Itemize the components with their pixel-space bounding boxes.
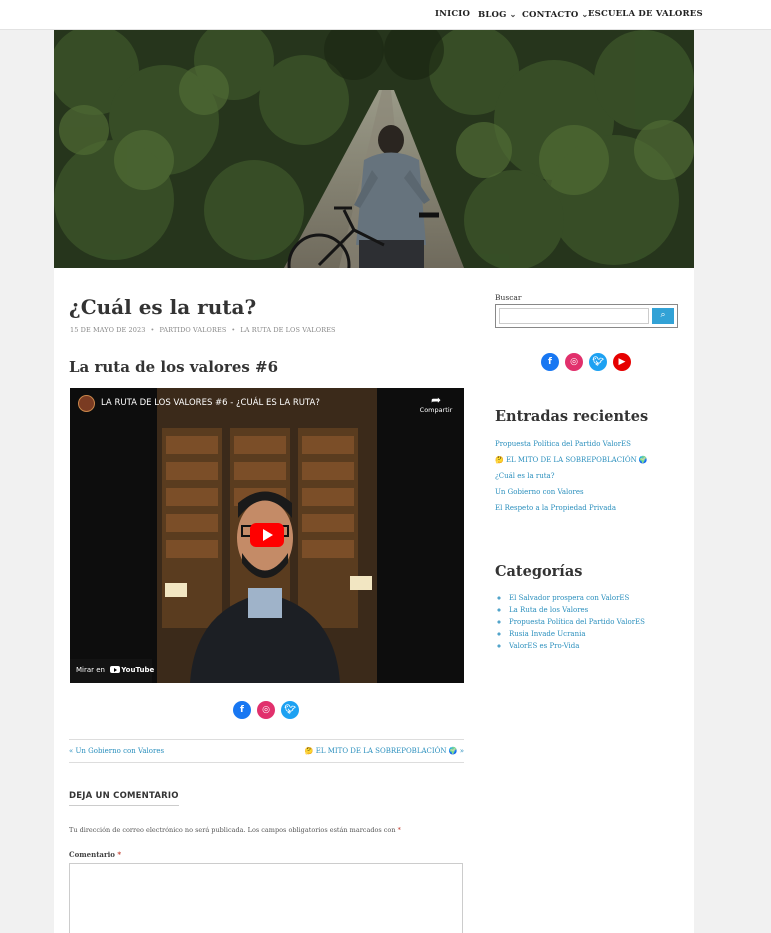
search-icon: ⌕ [660, 310, 666, 320]
recent-posts-title: Entradas recientes [495, 408, 649, 425]
recent-post-link[interactable]: Propuesta Política del Partido ValorES [495, 440, 648, 456]
globe-emoji-icon: 🌍 [448, 747, 458, 755]
sidebar-social-links: f ◎ 🐦︎ ▶ [541, 353, 631, 371]
nav-item-label: CONTACTO [522, 10, 579, 20]
post-subtitle: La ruta de los valores #6 [69, 358, 279, 376]
comment-textarea[interactable] [69, 863, 463, 933]
nav-item-label: BLOG [478, 10, 507, 20]
search-button[interactable]: ⌕ [652, 308, 674, 324]
youtube-logo: YouTube [110, 666, 154, 674]
share-label: Compartir [419, 406, 453, 414]
thinking-emoji-icon: 🤔 [304, 747, 314, 755]
post-social-links: f ◎ 🐦︎ [233, 701, 299, 719]
post-meta: 15 DE MAYO DE 2023 • PARTIDO VALORES • LA RU… [70, 326, 336, 334]
nav-item-blog[interactable]: BLOG ⌄ [478, 9, 517, 20]
comment-label: Comentario * [69, 850, 121, 859]
meta-separator: • [231, 326, 236, 334]
post-date[interactable]: 15 DE MAYO DE 2023 [70, 326, 146, 334]
header-image [54, 30, 694, 268]
youtube-icon[interactable]: ▶ [613, 353, 631, 371]
youtube-embed[interactable]: LA RUTA DE LOS VALORES #6 - ¿CUÁL ES LA … [70, 388, 464, 683]
top-navigation: INICIO BLOG ⌄ CONTACTO ⌄ ESCUELA DE VALORE… [0, 0, 771, 30]
required-mark: * [397, 826, 401, 834]
recent-post-link[interactable]: ¿Cuál es la ruta? [495, 472, 648, 488]
previous-post-link[interactable]: « Un Gobierno con Valores [69, 747, 164, 755]
video-title[interactable]: LA RUTA DE LOS VALORES #6 - ¿CUÁL ES LA … [101, 398, 320, 408]
search-label: Buscar [495, 293, 522, 302]
twitter-icon[interactable]: 🐦︎ [589, 353, 607, 371]
nav-item-label: ESCUELA DE VALORES [588, 9, 703, 19]
category-link[interactable]: Propuesta Política del Partido ValorES [509, 618, 645, 630]
youtube-icon [110, 666, 121, 673]
facebook-icon[interactable]: f [541, 353, 559, 371]
notice-text: Tu dirección de correo electrónico no se… [69, 826, 396, 834]
post-title: ¿Cuál es la ruta? [69, 295, 257, 319]
instagram-icon[interactable]: ◎ [257, 701, 275, 719]
twitter-icon[interactable]: 🐦︎ [281, 701, 299, 719]
chevron-down-icon: ⌄ [509, 9, 517, 19]
forest-path-image [54, 30, 694, 268]
comment-heading: DEJA UN COMENTARIO [69, 791, 179, 806]
facebook-icon[interactable]: f [233, 701, 251, 719]
watch-on-youtube-button[interactable]: Mirar en YouTube [70, 659, 154, 683]
comment-notice: Tu dirección de correo electrónico no se… [69, 826, 401, 834]
post-author[interactable]: PARTIDO VALORES [159, 326, 226, 334]
page-container: ¿Cuál es la ruta? 15 DE MAYO DE 2023 • PAR… [54, 30, 694, 933]
search-form: ⌕ [495, 304, 678, 328]
nav-item-escuela-de-valores[interactable]: ESCUELA DE VALORES [588, 9, 703, 19]
next-post-link[interactable]: 🤔 EL MITO DE LA SOBREPOBLACIÓN 🌍 » [305, 747, 464, 755]
recent-post-link[interactable]: 🤔 EL MITO DE LA SOBREPOBLACIÓN 🌍 [495, 456, 648, 472]
required-mark: * [117, 850, 122, 859]
nav-item-label: INICIO [435, 9, 471, 19]
recent-post-link[interactable]: Un Gobierno con Valores [495, 488, 648, 504]
next-post-label: EL MITO DE LA SOBREPOBLACIÓN [315, 747, 447, 755]
watch-label: Mirar en [76, 666, 105, 674]
nav-item-inicio[interactable]: INICIO [435, 9, 470, 19]
youtube-label: YouTube [121, 666, 155, 674]
category-link[interactable]: La Ruta de los Valores [509, 606, 645, 618]
play-button[interactable] [250, 523, 284, 547]
category-link[interactable]: Rusia Invade Ucrania [509, 630, 645, 642]
post-navigation: « Un Gobierno con Valores 🤔 EL MITO DE L… [69, 739, 464, 763]
comment-label-text: Comentario [69, 850, 115, 859]
search-input[interactable] [499, 308, 649, 324]
categories-title: Categorías [495, 563, 583, 580]
categories-list: El Salvador prospera con ValorES La Ruta… [509, 594, 645, 654]
category-link[interactable]: El Salvador prospera con ValorES [509, 594, 645, 606]
channel-avatar[interactable] [78, 395, 95, 412]
category-link[interactable]: ValorES es Pro-Vida [509, 642, 645, 654]
recent-posts-list: Propuesta Política del Partido ValorES 🤔… [495, 440, 648, 520]
nav-item-contacto[interactable]: CONTACTO ⌄ [522, 9, 588, 20]
next-arrow: » [459, 747, 464, 755]
post-category[interactable]: LA RUTA DE LOS VALORES [240, 326, 335, 334]
share-button[interactable]: ➦ Compartir [416, 394, 456, 414]
instagram-icon[interactable]: ◎ [565, 353, 583, 371]
recent-post-link[interactable]: El Respeto a la Propiedad Privada [495, 504, 648, 520]
meta-separator: • [150, 326, 155, 334]
share-icon: ➦ [430, 393, 442, 407]
